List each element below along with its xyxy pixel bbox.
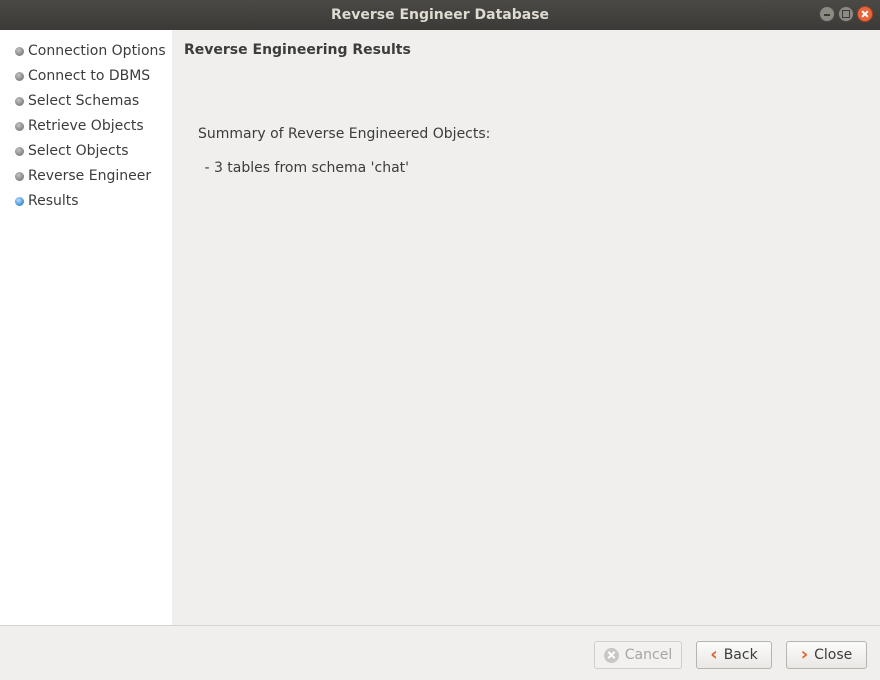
step-connect-to-dbms: Connect to DBMS	[14, 66, 150, 86]
minimize-icon[interactable]	[819, 6, 835, 22]
window-titlebar[interactable]: Reverse Engineer Database	[0, 0, 880, 30]
step-label: Connect to DBMS	[28, 68, 151, 84]
active-step-bullet-icon	[15, 196, 24, 206]
cancel-icon	[603, 647, 619, 663]
step-bullet-icon	[15, 71, 24, 81]
step-connection-options: Connection Options	[14, 41, 166, 61]
close-button[interactable]: › Close	[786, 641, 867, 669]
step-results: Results	[14, 191, 79, 211]
chevron-left-icon: ‹	[710, 644, 718, 665]
window-controls	[819, 6, 873, 22]
button-bar: Cancel ‹ Back › Close	[0, 625, 880, 680]
summary-heading: Summary of Reverse Engineered Objects:	[198, 126, 491, 142]
step-label: Connection Options	[28, 43, 166, 59]
step-reverse-engineer: Reverse Engineer	[14, 166, 151, 186]
cancel-button[interactable]: Cancel	[594, 641, 682, 669]
step-bullet-icon	[15, 96, 24, 106]
back-button-label: Back	[723, 647, 758, 663]
close-window-icon[interactable]	[857, 6, 873, 22]
step-select-schemas: Select Schemas	[14, 91, 139, 111]
step-label: Reverse Engineer	[28, 168, 152, 184]
step-retrieve-objects: Retrieve Objects	[14, 116, 144, 136]
step-label: Select Objects	[28, 143, 129, 159]
step-bullet-icon	[15, 146, 24, 156]
maximize-icon[interactable]	[838, 6, 854, 22]
cancel-button-label: Cancel	[624, 647, 673, 663]
step-select-objects: Select Objects	[14, 141, 129, 161]
window-title: Reverse Engineer Database	[330, 7, 550, 23]
summary-line: - 3 tables from schema 'chat'	[200, 160, 410, 176]
step-bullet-icon	[15, 46, 24, 56]
step-label: Results	[28, 193, 79, 209]
results-panel: Reverse Engineering Results Summary of R…	[172, 30, 880, 625]
page-title: Reverse Engineering Results	[184, 42, 411, 58]
back-button[interactable]: ‹ Back	[696, 641, 772, 669]
step-bullet-icon	[15, 171, 24, 181]
step-label: Retrieve Objects	[28, 118, 144, 134]
wizard-steps-sidebar: Connection Options Connect to DBMS Selec…	[0, 30, 172, 625]
step-bullet-icon	[15, 121, 24, 131]
chevron-right-icon: ›	[800, 644, 809, 665]
close-button-label: Close	[814, 647, 853, 663]
step-label: Select Schemas	[28, 93, 140, 109]
